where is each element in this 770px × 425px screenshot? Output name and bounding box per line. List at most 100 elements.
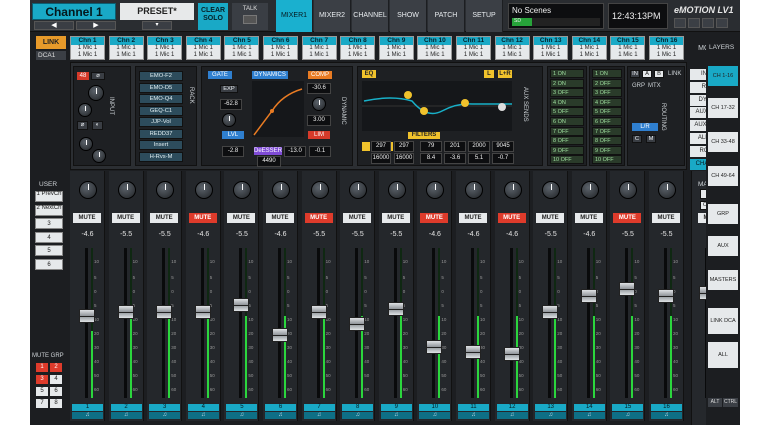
aux-send-right[interactable]: 4 OFF [592,97,622,107]
channel-number[interactable]: 12 [496,404,528,411]
pan-knob[interactable] [117,181,136,199]
phase-button[interactable]: ⌀ [77,121,88,130]
aux-send[interactable]: 2 ON [550,78,584,88]
channel-header-9[interactable]: Chn 91 Mic 11 Mic 1 [378,36,414,60]
channel-header-2[interactable]: Chn 21 Mic 11 Mic 1 [108,36,144,60]
mute-group-button[interactable]: 1 [36,363,48,372]
pan-knob[interactable] [580,181,599,199]
channel-header-11[interactable]: Chn 11 1 Mic 11 Mic 1 [456,36,491,60]
dca-selector[interactable]: DCA1 [36,51,66,60]
channel-header-4[interactable]: Chn 41 Mic 11 Mic 1 [185,36,221,60]
eq-left-button[interactable]: L [484,70,494,78]
channel-fader[interactable] [503,347,520,362]
headphone-icon[interactable]: ♫ [149,412,181,419]
channel-fader[interactable] [79,309,95,324]
channel-number[interactable]: 5 [226,404,258,411]
layer-grp[interactable]: GRP [708,204,738,224]
comp-button[interactable]: COMP [308,71,332,79]
channel-fader[interactable] [387,302,404,317]
headphone-icon[interactable]: ♫ [110,412,142,419]
gate-button[interactable]: GATE [208,71,232,79]
channel-fader[interactable] [465,344,481,359]
channel-fader[interactable] [117,305,134,320]
route-a[interactable]: A [642,70,652,78]
aux-send[interactable]: 9 OFF [550,145,584,155]
lock-icon[interactable] [674,18,686,28]
channel-header-14[interactable]: Chn 14 1 Mic 11 Mic 1 [571,36,607,60]
layer-all[interactable]: ALL [708,342,738,368]
headphone-icon[interactable]: ♫ [419,412,451,419]
route-c[interactable]: C [632,135,642,143]
pan-knob[interactable] [194,181,213,199]
headphone-icon[interactable]: ♫ [187,412,219,419]
pan-knob[interactable] [387,181,406,199]
eq-band-freq[interactable]: 9045 [492,141,514,152]
channel-number[interactable]: 11 [458,404,489,411]
mute-button[interactable]: MUTE [536,213,565,223]
dynamics-button[interactable]: DYNAMICS [252,71,288,79]
channel-header-1[interactable]: Chn 11 Mic 11 Mic 1 [70,36,105,60]
channel-number[interactable]: 7 [303,404,335,411]
mute-button[interactable]: MUTE [266,213,294,223]
rack-slot[interactable]: H-Rvs-M [139,151,183,162]
comp-threshold[interactable]: -30.6 [307,83,331,94]
gate-threshold[interactable]: -62.8 [220,99,242,110]
rack-slot[interactable]: Insert [139,140,183,150]
channel-fader[interactable] [194,305,211,320]
channel-number[interactable]: 16 [651,404,682,411]
user-button[interactable]: 5 [35,245,63,256]
channel-fader[interactable] [156,305,173,320]
limiter-threshold[interactable]: -0.1 [309,146,331,157]
eq-band-freq[interactable]: 2000 [468,141,490,152]
channel-header-13[interactable]: Chn 13 1 Mic 11 Mic 1 [533,36,569,60]
gate-knob[interactable] [222,113,236,127]
eq-band-freq[interactable]: 201 [444,141,466,152]
aux-send-right[interactable]: 8 OFF [592,136,622,146]
mute-button[interactable]: MUTE [111,213,140,223]
aux-send[interactable]: 3 OFF [550,88,584,98]
channel-number[interactable]: 14 [573,404,605,411]
aux-send-right[interactable]: 5 OFF [592,107,622,117]
phantom-button[interactable]: 48 [77,72,89,80]
channel-fader[interactable] [310,305,327,320]
route-in[interactable]: IN [630,70,640,78]
deesser-button[interactable]: DeESSER [254,147,282,155]
user-button[interactable]: 4 [35,231,63,243]
pan-knob[interactable] [79,181,97,199]
headphone-icon[interactable]: ♫ [226,412,258,419]
comp-knob[interactable] [312,97,326,111]
pan-knob[interactable] [503,181,522,199]
route-m[interactable]: M [646,135,656,143]
gain-knob[interactable] [88,85,104,101]
delay-button[interactable]: ◐ [92,121,103,130]
channel-number[interactable]: 1 [72,404,103,411]
delay-knob[interactable] [79,137,93,151]
mute-button[interactable]: MUTE [497,213,526,223]
hpf-knob[interactable] [78,103,92,117]
tab-mixer1[interactable]: MIXER1 [276,0,313,32]
lvl-button[interactable]: LVL [222,131,244,139]
meter-icon[interactable] [688,18,700,28]
layer-ch-49-64[interactable]: CH 49-64 [708,166,738,186]
mute-group-button[interactable]: 3 [36,375,48,384]
channel-number[interactable]: 6 [265,404,296,411]
headphone-icon[interactable]: ♫ [651,412,682,419]
filters-button[interactable]: FILTERS [408,132,440,139]
headphone-icon[interactable]: ♫ [303,412,335,419]
preset-dropdown-icon[interactable]: ▾ [142,21,172,30]
tab-show[interactable]: SHOW [390,0,427,32]
layer-aux[interactable]: AUX [708,236,738,256]
deesser-threshold[interactable]: -13.0 [284,146,306,157]
hpf-freq-2[interactable]: 16000 [371,153,391,164]
route-lr-button[interactable]: L/R [632,123,658,131]
aux-send[interactable]: 5 OFF [550,107,584,117]
channel-name-display[interactable]: Channel 1 [32,3,116,20]
user-button[interactable]: 1 PrevCh [35,191,63,202]
scene-display[interactable]: No Scenes SD [508,3,604,29]
eq-curve[interactable] [362,81,512,131]
mute-button[interactable]: MUTE [613,213,642,223]
aux-send-right[interactable]: 10 OFF [592,155,622,165]
mute-button[interactable]: MUTE [304,213,333,223]
route-b[interactable]: B [654,70,664,78]
deesser-freq[interactable]: 4490 [257,156,281,167]
